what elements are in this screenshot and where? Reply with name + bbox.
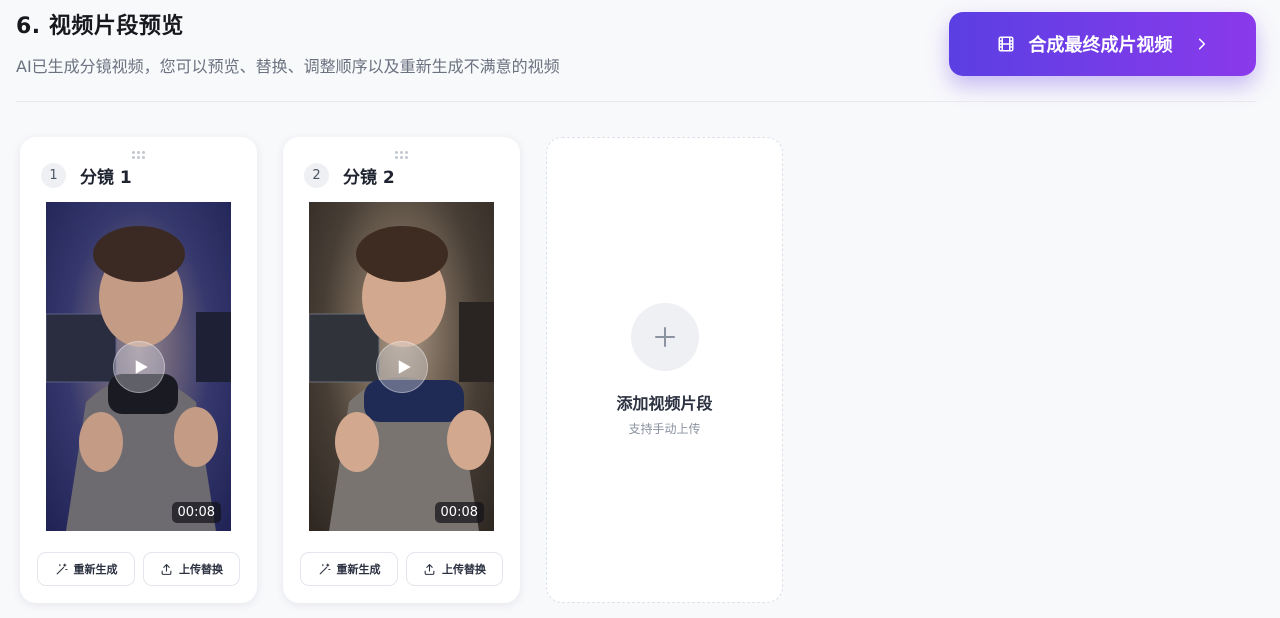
regenerate-label: 重新生成 — [73, 563, 118, 576]
segment-title: 分镜 1 — [80, 168, 132, 188]
compose-final-video-button[interactable]: 合成最终成片视频 — [949, 12, 1256, 76]
video-duration: 00:08 — [434, 502, 484, 523]
upload-icon — [424, 563, 435, 575]
segment-number-badge: 1 — [41, 163, 66, 188]
header-divider — [16, 101, 1256, 102]
upload-icon — [161, 563, 172, 575]
video-thumbnail[interactable]: 00:08 — [309, 202, 494, 531]
upload-replace-label: 上传替换 — [179, 563, 223, 576]
segment-title: 分镜 2 — [343, 168, 395, 188]
magic-wand-icon — [319, 563, 330, 574]
segment-header: 1 分镜 1 — [41, 163, 132, 188]
play-button[interactable] — [376, 341, 428, 393]
upload-replace-label: 上传替换 — [442, 563, 486, 576]
compose-button-label: 合成最终成片视频 — [1028, 35, 1173, 56]
film-icon — [998, 36, 1013, 52]
video-duration: 00:08 — [171, 502, 221, 523]
add-video-segment-card[interactable]: 添加视频片段 支持手动上传 — [546, 137, 783, 603]
play-icon — [135, 360, 148, 374]
regenerate-label: 重新生成 — [336, 563, 381, 576]
segment-card[interactable]: 2 分镜 2 00:08 重新生成 上传替换 — [283, 137, 520, 603]
play-button[interactable] — [113, 341, 165, 393]
play-icon — [398, 360, 411, 374]
plus-icon — [655, 327, 675, 347]
magic-wand-icon — [56, 563, 67, 574]
upload-replace-button[interactable]: 上传替换 — [406, 552, 503, 586]
drag-handle-icon[interactable] — [131, 151, 146, 159]
segment-header: 2 分镜 2 — [304, 163, 395, 188]
page-subtitle: AI已生成分镜视频，您可以预览、替换、调整顺序以及重新生成不满意的视频 — [16, 57, 560, 76]
regenerate-button[interactable]: 重新生成 — [300, 552, 398, 586]
add-button[interactable] — [631, 303, 699, 371]
segment-actions: 重新生成 上传替换 — [37, 552, 240, 586]
segment-actions: 重新生成 上传替换 — [300, 552, 503, 586]
video-thumbnail[interactable]: 00:08 — [46, 202, 231, 531]
segment-number-badge: 2 — [304, 163, 329, 188]
page-title: 6. 视频片段预览 — [16, 14, 184, 39]
add-segment-subtitle: 支持手动上传 — [628, 422, 701, 436]
segment-card[interactable]: 1 分镜 1 00:08 重新生成 上传替换 — [20, 137, 257, 603]
regenerate-button[interactable]: 重新生成 — [37, 552, 135, 586]
video-segment-preview-page: 6. 视频片段预览 AI已生成分镜视频，您可以预览、替换、调整顺序以及重新生成不… — [0, 0, 1280, 618]
chevron-right-icon — [1198, 38, 1205, 50]
add-segment-title: 添加视频片段 — [616, 394, 713, 413]
drag-handle-icon[interactable] — [394, 151, 409, 159]
upload-replace-button[interactable]: 上传替换 — [143, 552, 240, 586]
